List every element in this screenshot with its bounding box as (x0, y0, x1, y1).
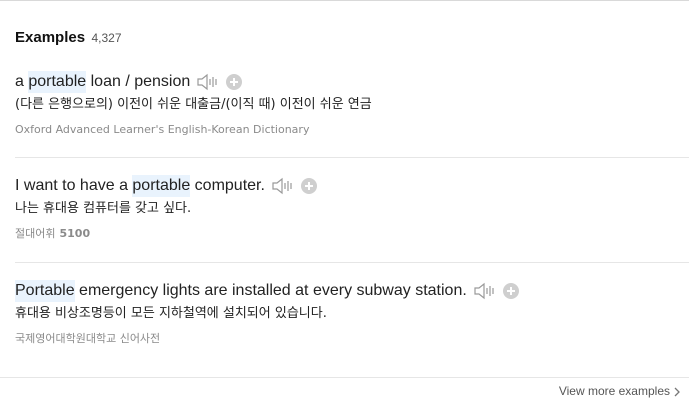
chevron-right-icon (673, 386, 681, 397)
sentence-text: I want to have a (15, 177, 133, 194)
view-more-examples-link[interactable]: View more examples (559, 384, 681, 398)
example-translation: 휴대용 비상조명등이 모든 지하철역에 설치되어 있습니다. (15, 306, 327, 321)
example-item: I want to have a portable computer. 나는 휴… (15, 175, 689, 242)
sentence-text: emergency lights are installed at every … (74, 282, 467, 299)
examples-section: Examples 4,327 a portable loan / pension… (0, 0, 689, 409)
sentence-text: loan / pension (86, 73, 191, 90)
example-translation: 나는 휴대용 컴퓨터를 갖고 싶다. (15, 201, 192, 216)
source-number: 5100 (59, 227, 91, 240)
example-item: a portable loan / pension (다른 은행으로의) 이전이… (15, 71, 689, 138)
footer-divider (0, 377, 689, 378)
example-divider (15, 262, 689, 263)
example-source: 국제영어대학원대학교 신어사전 (15, 331, 689, 347)
sentence-text: computer. (190, 177, 265, 194)
plus-circle-icon[interactable] (502, 283, 519, 299)
plus-circle-icon[interactable] (300, 178, 317, 194)
example-sentence: I want to have a portable computer. (15, 175, 689, 197)
example-translation: (다른 은행으로의) 이전이 쉬운 대출금/(이직 때) 이전이 쉬운 연금 (15, 97, 372, 112)
sentence-text: a (15, 73, 29, 90)
example-divider (15, 157, 689, 158)
example-sentence: a portable loan / pension (15, 71, 689, 93)
examples-count: 4,327 (91, 31, 122, 45)
section-title: Examples (15, 29, 86, 46)
plus-circle-icon[interactable] (226, 74, 243, 90)
examples-header: Examples 4,327 (15, 29, 122, 47)
example-source: 절대어휘 5100 (15, 226, 689, 242)
source-name: 절대어휘 (15, 227, 56, 240)
example-source: Oxford Advanced Learner's English-Korean… (15, 122, 689, 138)
speaker-icon[interactable] (473, 282, 497, 300)
source-name: 국제영어대학원대학교 신어사전 (15, 332, 161, 345)
view-more-label: View more examples (558, 384, 670, 398)
top-divider (0, 0, 689, 1)
speaker-icon[interactable] (196, 73, 220, 91)
example-sentence: Portable emergency lights are installed … (15, 280, 689, 302)
highlighted-keyword: portable (28, 71, 87, 93)
speaker-icon[interactable] (271, 177, 295, 195)
example-item: Portable emergency lights are installed … (15, 280, 689, 347)
source-name: Oxford Advanced Learner's English-Korean… (15, 123, 310, 136)
highlighted-keyword: Portable (15, 280, 75, 302)
highlighted-keyword: portable (132, 175, 191, 197)
